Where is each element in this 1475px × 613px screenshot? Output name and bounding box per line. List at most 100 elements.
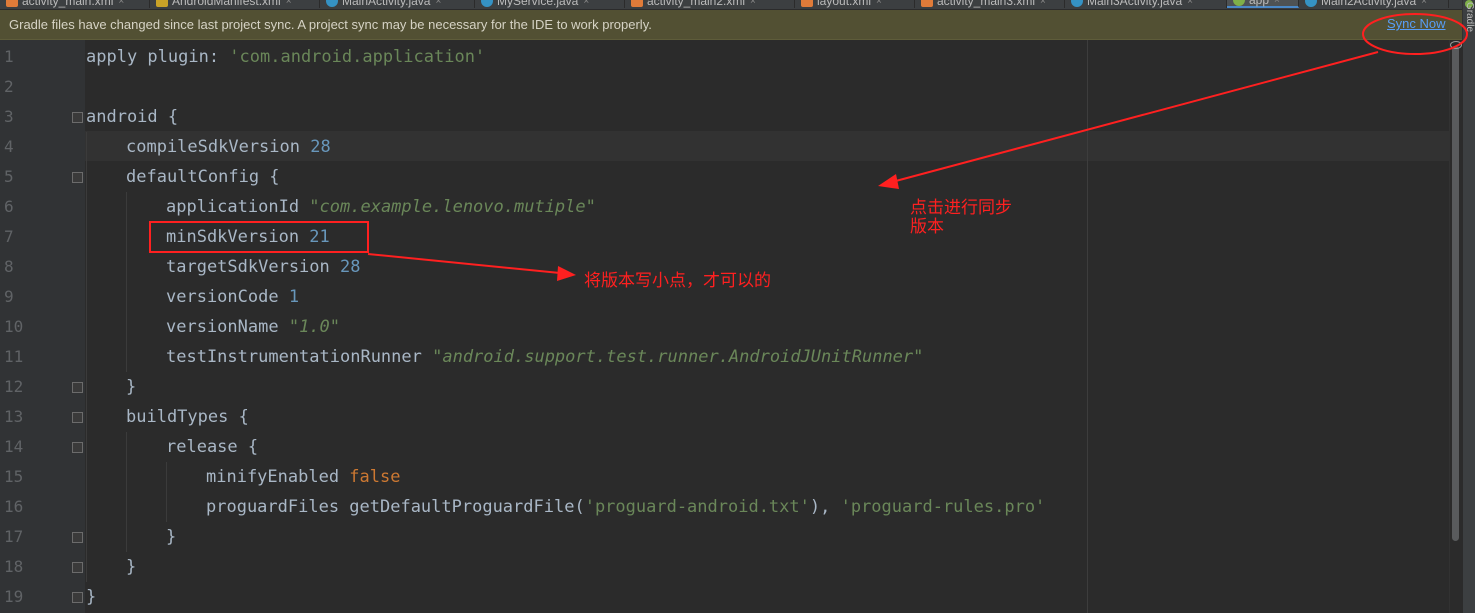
code-line[interactable]: }: [126, 372, 136, 402]
tab-androidmanifest-xml[interactable]: AndroidManifest.xml ×: [150, 0, 320, 8]
code-token: 28: [310, 137, 331, 157]
fold-toggle-icon[interactable]: [72, 562, 83, 573]
code-line[interactable]: minSdkVersion 21: [166, 222, 330, 252]
code-line[interactable]: applicationId "com.example.lenovo.mutipl…: [166, 192, 596, 222]
code-token: minSdkVersion: [166, 227, 310, 247]
code-line[interactable]: compileSdkVersion 28: [126, 132, 331, 162]
fold-toggle-icon[interactable]: [72, 592, 83, 603]
line-number: 18: [4, 557, 24, 576]
sync-note-line-2: 版本: [910, 217, 944, 237]
fold-toggle-icon[interactable]: [72, 112, 83, 123]
code-token: false: [349, 467, 401, 487]
code-token: applicationId: [166, 197, 310, 217]
line-number: 1: [4, 47, 14, 66]
tab-main2activity-java[interactable]: Main2Activity.java ×: [1299, 0, 1449, 8]
sync-now-link[interactable]: Sync Now: [1387, 16, 1446, 31]
fold-toggle-icon[interactable]: [72, 532, 83, 543]
code-line[interactable]: }: [166, 522, 176, 552]
tab-label: layout.xml: [817, 0, 872, 8]
close-icon[interactable]: ×: [1187, 0, 1193, 7]
tab-activity-main-xml[interactable]: activity_main.xml ×: [0, 0, 150, 8]
tab-label: AndroidManifest.xml: [172, 0, 281, 8]
code-token: release {: [166, 437, 259, 457]
eye-icon[interactable]: [1450, 41, 1462, 49]
code-line[interactable]: testInstrumentationRunner "android.suppo…: [166, 342, 923, 372]
code-line[interactable]: android {: [86, 102, 178, 132]
code-line[interactable]: }: [126, 552, 136, 582]
indent-guide: [166, 462, 167, 522]
version-note: 将版本写小点，才可以的: [584, 271, 771, 291]
tab-label: activity_main3.xml: [937, 0, 1036, 8]
code-line[interactable]: minifyEnabled false: [206, 462, 400, 492]
line-number: 11: [4, 347, 24, 366]
tab-main3activity-java[interactable]: Main3Activity.java ×: [1065, 0, 1227, 8]
indent-guide: [126, 432, 127, 552]
line-number: 5: [4, 167, 14, 186]
line-number: 2: [4, 77, 14, 96]
code-token: 21: [309, 227, 330, 247]
java-class-file-icon: [326, 0, 338, 7]
close-icon[interactable]: ×: [750, 0, 756, 7]
sync-arrow-line: [891, 51, 1379, 183]
tab-mainactivity-java[interactable]: MainActivity.java ×: [320, 0, 475, 8]
fold-toggle-icon[interactable]: [72, 382, 83, 393]
code-token: compileSdkVersion: [126, 137, 311, 157]
xml-file-icon: [631, 0, 643, 7]
fold-toggle-icon[interactable]: [72, 412, 83, 423]
close-icon[interactable]: ×: [1421, 0, 1427, 7]
tab-label: activity_main2.xml: [647, 0, 746, 8]
tab-label: Main3Activity.java: [1087, 0, 1183, 8]
close-icon[interactable]: ×: [435, 0, 441, 7]
code-token: 'com.android.application': [229, 47, 486, 67]
xml-file-icon: [6, 0, 18, 7]
close-icon[interactable]: ×: [118, 0, 124, 7]
code-token: android {: [86, 107, 179, 127]
close-icon[interactable]: ×: [286, 0, 292, 7]
code-line[interactable]: }: [86, 582, 96, 612]
java-class-file-icon: [1305, 0, 1317, 7]
fold-toggle-icon[interactable]: [72, 442, 83, 453]
close-icon[interactable]: ×: [876, 0, 882, 7]
version-arrow-line: [367, 253, 561, 274]
indent-guide: [86, 132, 87, 582]
code-token: minifyEnabled: [206, 467, 350, 487]
line-number: 17: [4, 527, 24, 546]
tab-activity-main2-xml[interactable]: activity_main2.xml ×: [625, 0, 795, 8]
code-line[interactable]: apply plugin: 'com.android.application': [86, 42, 485, 72]
code-token: "android.support.test.runner.AndroidJUni…: [432, 347, 924, 367]
scrollbar-thumb[interactable]: [1452, 46, 1459, 541]
close-icon[interactable]: ×: [1040, 0, 1046, 7]
close-icon[interactable]: ×: [1274, 0, 1280, 6]
line-number: 15: [4, 467, 24, 486]
gradle-tool-window-button[interactable]: Gradle: [1463, 2, 1475, 50]
line-number: 7: [4, 227, 14, 246]
code-line[interactable]: defaultConfig {: [126, 162, 280, 192]
line-number: 8: [4, 257, 14, 276]
close-icon[interactable]: ×: [583, 0, 589, 7]
code-line[interactable]: versionCode 1: [166, 282, 299, 312]
line-number: 10: [4, 317, 24, 336]
line-number: 6: [4, 197, 14, 216]
code-line[interactable]: release {: [166, 432, 258, 462]
sync-arrow-head: [878, 174, 899, 189]
code-token: }: [86, 587, 97, 607]
tab-activity-main3-xml[interactable]: activity_main3.xml ×: [915, 0, 1065, 8]
java-class-file-icon: [1071, 0, 1083, 7]
tab-layout-xml[interactable]: layout.xml ×: [795, 0, 915, 8]
tab-myservice-java[interactable]: MyService.java ×: [475, 0, 625, 8]
manifest-file-icon: [156, 0, 168, 7]
fold-toggle-icon[interactable]: [72, 172, 83, 183]
code-line[interactable]: buildTypes {: [126, 402, 249, 432]
code-line[interactable]: versionName "1.0": [166, 312, 340, 342]
code-token: apply plugin:: [86, 47, 230, 67]
code-token: proguardFiles getDefaultProguardFile(: [206, 497, 585, 517]
editor-tab-bar: activity_main.xml × AndroidManifest.xml × Ma…: [0, 0, 1462, 10]
code-token: 'proguard-android.txt': [584, 497, 810, 517]
tab-app[interactable]: app ×: [1227, 0, 1299, 8]
code-token: ),: [809, 497, 841, 517]
code-token: "1.0": [288, 317, 341, 337]
code-line[interactable]: proguardFiles getDefaultProguardFile('pr…: [206, 492, 1045, 522]
line-number: 12: [4, 377, 24, 396]
code-line[interactable]: targetSdkVersion 28: [166, 252, 360, 282]
gradle-file-icon: [1233, 0, 1245, 6]
